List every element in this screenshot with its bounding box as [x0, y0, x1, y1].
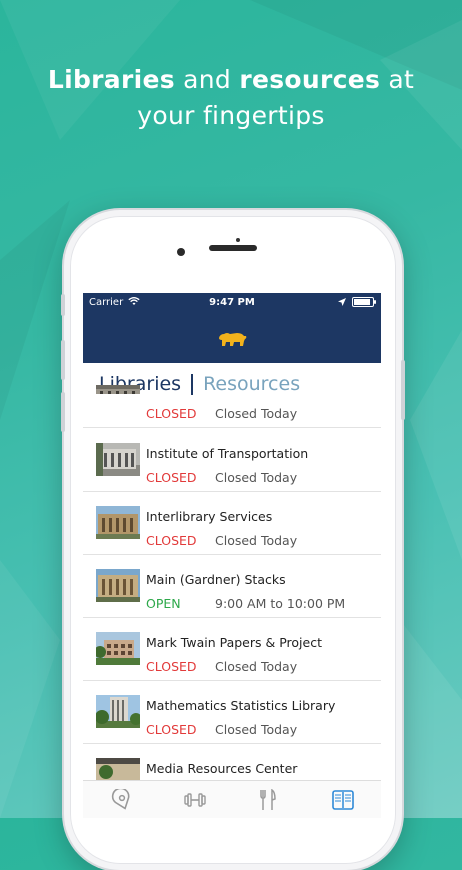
phone-volume-up: [61, 340, 65, 380]
library-hours: Closed Today: [215, 659, 298, 674]
clock: 9:47 PM: [209, 297, 255, 308]
phone-sensor: [236, 238, 240, 242]
library-status: CLOSED: [146, 722, 197, 737]
library-row[interactable]: Institute of Transportation CLOSED Close…: [83, 428, 381, 492]
library-hours: Closed Today: [215, 533, 298, 548]
phone-power-button: [401, 360, 405, 420]
library-hours: Closed Today: [215, 470, 298, 485]
marketing-headline: Libraries and resources at your fingerti…: [0, 62, 462, 134]
library-name: Mathematics Statistics Library: [146, 698, 336, 713]
book-icon[interactable]: [331, 789, 355, 811]
library-row[interactable]: CLOSED Closed Today: [83, 364, 381, 428]
bottom-tab-bar: [83, 780, 381, 818]
phone-volume-down: [61, 392, 65, 432]
fork-knife-icon[interactable]: [256, 789, 280, 811]
library-thumbnail: [96, 443, 140, 476]
dumbbell-icon[interactable]: [183, 789, 207, 811]
status-right: [338, 297, 376, 307]
library-hours: 9:00 AM to 10:00 PM: [215, 596, 346, 611]
app-screen: Carrier 9:47 PM Libraries Resources CLOS…: [83, 293, 381, 818]
library-hours: Closed Today: [215, 722, 298, 737]
phone-earpiece: [209, 245, 257, 251]
library-name: Media Resources Center: [146, 761, 298, 776]
library-row[interactable]: Mark Twain Papers & Project CLOSED Close…: [83, 617, 381, 681]
headline-at: at: [380, 65, 415, 94]
library-status: CLOSED: [146, 533, 197, 548]
battery-icon: [352, 297, 376, 307]
location-arrow-icon: [338, 298, 346, 306]
headline-and: and: [174, 65, 240, 94]
library-thumbnail: [96, 385, 140, 394]
library-status: CLOSED: [146, 406, 197, 421]
phone-camera: [177, 248, 185, 256]
headline-resources: resources: [239, 65, 381, 94]
library-thumbnail: [96, 695, 140, 728]
navigation-bar: Carrier 9:47 PM: [83, 293, 381, 363]
cal-bear-logo: [219, 333, 247, 346]
phone-silent-switch: [61, 294, 65, 316]
library-status: CLOSED: [146, 470, 197, 485]
library-name: Institute of Transportation: [146, 446, 309, 461]
library-thumbnail: [96, 569, 140, 602]
headline-line-1: Libraries and resources at: [0, 62, 462, 98]
location-pin-icon[interactable]: [110, 789, 134, 811]
headline-line-2: your fingertips: [137, 101, 325, 130]
library-status: OPEN: [146, 596, 181, 611]
library-row[interactable]: Main (Gardner) Stacks OPEN 9:00 AM to 10…: [83, 554, 381, 618]
status-bar: Carrier 9:47 PM: [83, 297, 381, 311]
library-row[interactable]: Mathematics Statistics Library CLOSED Cl…: [83, 680, 381, 744]
library-row[interactable]: Interlibrary Services CLOSED Closed Toda…: [83, 491, 381, 555]
library-status: CLOSED: [146, 659, 197, 674]
library-name: Main (Gardner) Stacks: [146, 572, 286, 587]
library-thumbnail: [96, 632, 140, 665]
library-hours: Closed Today: [215, 406, 298, 421]
library-name: Interlibrary Services: [146, 509, 273, 524]
library-name: Mark Twain Papers & Project: [146, 635, 322, 650]
library-thumbnail: [96, 506, 140, 539]
headline-libraries: Libraries: [47, 65, 175, 94]
